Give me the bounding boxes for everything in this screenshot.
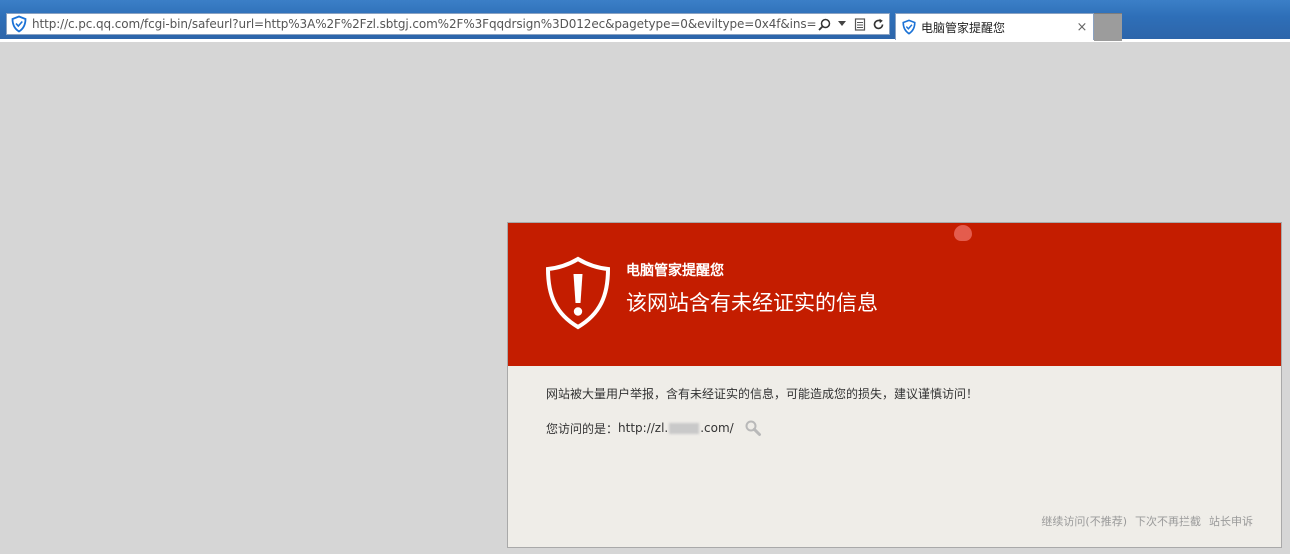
no-block-link[interactable]: 下次不再拦截 xyxy=(1135,513,1201,529)
tab-active[interactable]: 电脑管家提醒您 × xyxy=(895,13,1094,40)
magnifier-icon[interactable] xyxy=(744,419,762,437)
shield-icon xyxy=(902,19,916,35)
shield-icon xyxy=(11,15,27,33)
visit-url-prefix: http://zl. xyxy=(618,421,669,435)
tab-title: 电脑管家提醒您 xyxy=(921,20,1006,35)
url-text[interactable]: http://c.pc.qq.com/fcgi-bin/safeurl?url=… xyxy=(32,17,817,31)
warning-header: 电脑管家提醒您 该网站含有未经证实的信息 xyxy=(508,223,1281,366)
close-icon[interactable]: × xyxy=(1074,20,1090,35)
visit-url-row: 您访问的是： http://zl. .com/ xyxy=(546,419,762,437)
dropdown-icon[interactable] xyxy=(835,16,849,32)
warning-message: 网站被大量用户举报，含有未经证实的信息，可能造成您的损失，建议谨慎访问！ xyxy=(546,387,979,401)
warning-dialog: 电脑管家提醒您 该网站含有未经证实的信息 网站被大量用户举报，含有未经证实的信息… xyxy=(507,222,1282,548)
warning-headline: 该网站含有未经证实的信息 xyxy=(626,291,878,315)
new-tab-button[interactable] xyxy=(1094,13,1122,41)
visit-url-suffix: .com/ xyxy=(700,421,734,435)
footer-links: 继续访问(不推荐) 下次不再拦截 站长申诉 xyxy=(1041,513,1253,529)
decorative-dot xyxy=(954,225,972,241)
search-icon[interactable] xyxy=(817,16,831,32)
visit-label: 您访问的是： xyxy=(546,421,619,436)
appeal-link[interactable]: 站长申诉 xyxy=(1209,513,1253,529)
refresh-icon[interactable] xyxy=(871,16,885,32)
warning-shield-icon xyxy=(545,256,611,330)
masked-domain xyxy=(669,422,700,434)
address-bar[interactable]: http://c.pc.qq.com/fcgi-bin/safeurl?url=… xyxy=(6,13,890,35)
continue-link[interactable]: 继续访问(不推荐) xyxy=(1041,513,1127,529)
compat-icon[interactable] xyxy=(853,16,867,32)
brand-title: 电脑管家提醒您 xyxy=(626,263,724,279)
